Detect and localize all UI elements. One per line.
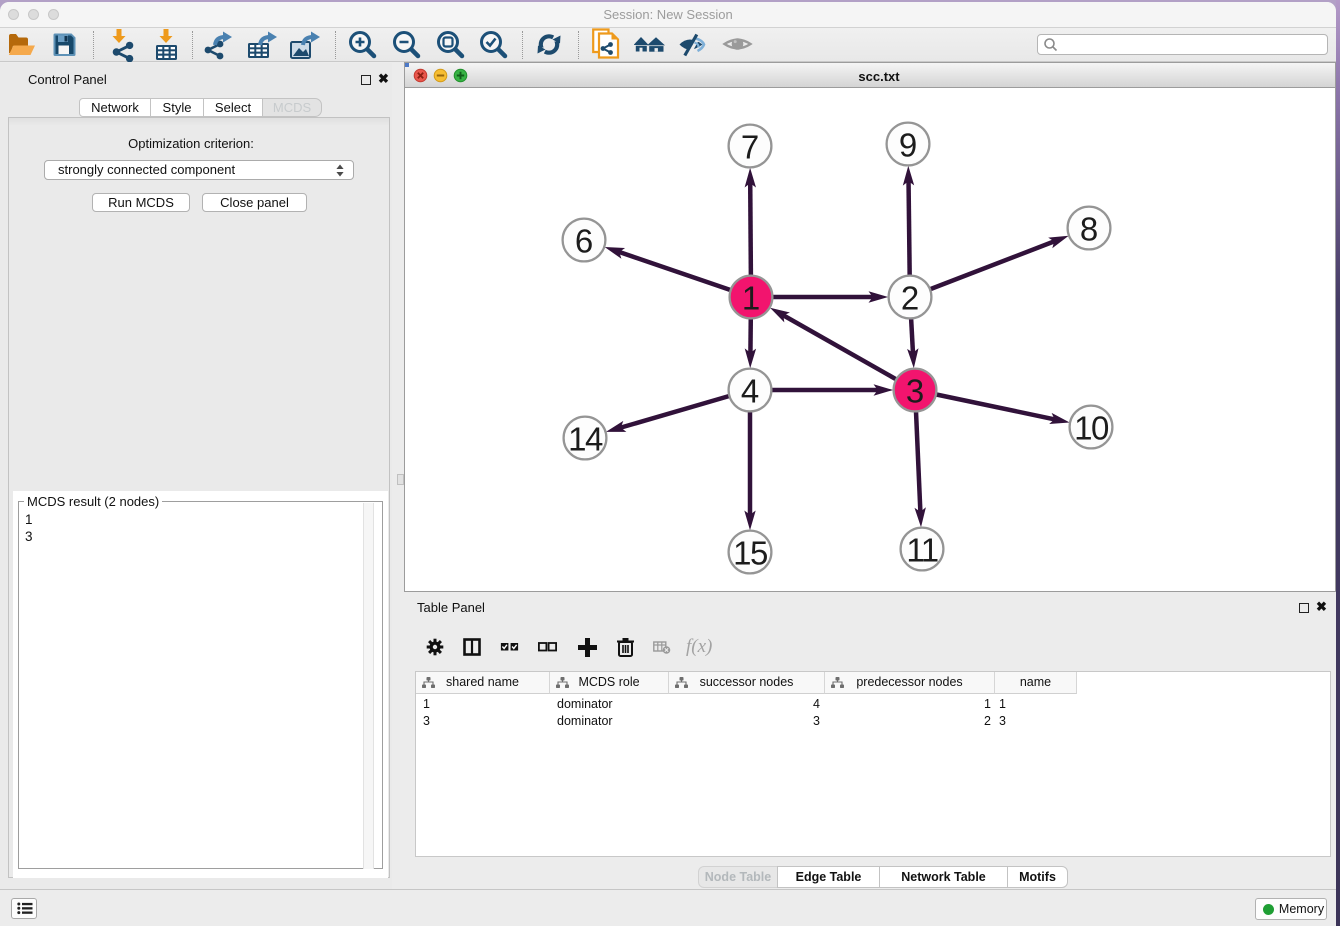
svg-text:14: 14	[568, 421, 603, 458]
svg-text:3: 3	[906, 373, 924, 410]
svg-text:1: 1	[742, 280, 760, 317]
svg-text:9: 9	[899, 127, 917, 164]
svg-text:11: 11	[906, 532, 937, 569]
svg-text:6: 6	[575, 223, 593, 260]
svg-text:2: 2	[901, 280, 919, 317]
svg-text:8: 8	[1080, 211, 1098, 248]
svg-text:15: 15	[733, 535, 767, 572]
svg-text:10: 10	[1074, 410, 1109, 447]
svg-text:4: 4	[741, 373, 759, 410]
svg-text:7: 7	[741, 129, 759, 166]
